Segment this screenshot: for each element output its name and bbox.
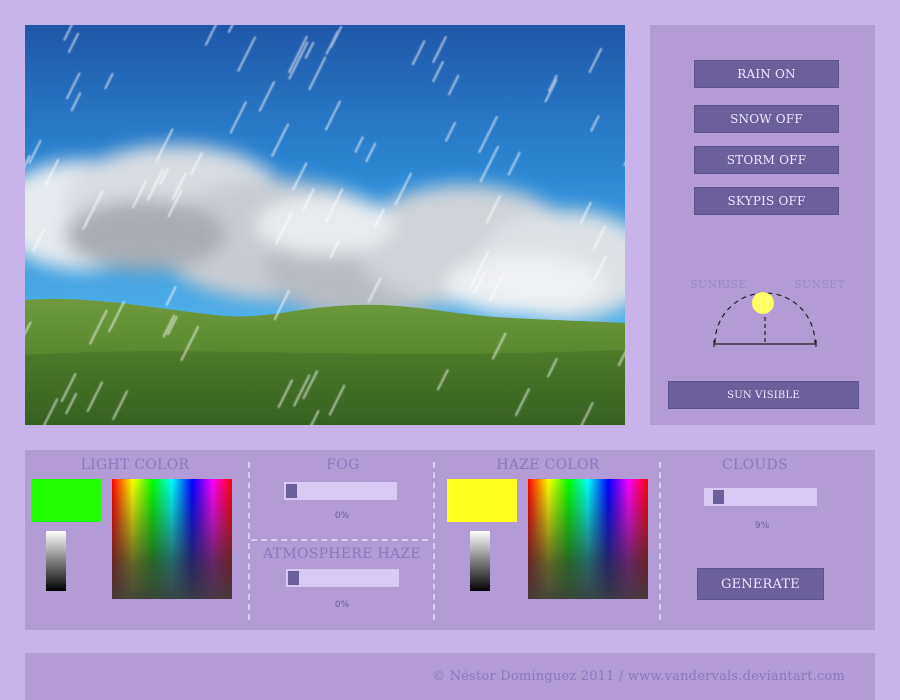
divider bbox=[659, 462, 661, 620]
weather-controls-panel: RAIN ON SNOW OFF STORM OFF SKYPIS OFF SU… bbox=[650, 25, 875, 425]
haze-color-title: HAZE COLOR bbox=[496, 457, 600, 473]
divider bbox=[433, 462, 435, 620]
fog-slider-thumb[interactable] bbox=[286, 484, 297, 498]
light-color-spectrum[interactable] bbox=[112, 479, 232, 599]
clouds-slider-thumb[interactable] bbox=[713, 490, 724, 504]
storm-toggle-button[interactable]: STORM OFF bbox=[694, 146, 839, 174]
atmosphere-haze-title: ATMOSPHERE HAZE bbox=[263, 546, 421, 562]
haze-color-swatch[interactable] bbox=[447, 479, 517, 522]
divider bbox=[251, 539, 428, 541]
light-brightness-bar[interactable] bbox=[46, 531, 66, 591]
haze-color-spectrum[interactable] bbox=[528, 479, 648, 599]
snow-toggle-button[interactable]: SNOW OFF bbox=[694, 105, 839, 133]
atmosphere-haze-slider-thumb[interactable] bbox=[288, 571, 299, 585]
clouds-title: CLOUDS bbox=[722, 457, 788, 473]
clouds-slider[interactable] bbox=[704, 488, 817, 506]
light-color-title: LIGHT COLOR bbox=[80, 457, 190, 473]
atmosphere-haze-slider[interactable] bbox=[286, 569, 399, 587]
light-color-swatch[interactable] bbox=[31, 479, 101, 522]
footer: © Néstor Domínguez 2011 / www.vandervals… bbox=[25, 653, 875, 700]
atmosphere-controls-panel: LIGHT COLOR FOG 0% ATMOSPHERE HAZE 0% HA… bbox=[25, 450, 875, 630]
haze-brightness-bar[interactable] bbox=[470, 531, 490, 591]
fog-title: FOG bbox=[326, 457, 360, 473]
landscape-rain-scene bbox=[25, 25, 625, 425]
skypis-toggle-button[interactable]: SKYPIS OFF bbox=[694, 187, 839, 215]
sun-position-dial[interactable] bbox=[710, 287, 820, 349]
fog-value: 0% bbox=[334, 511, 350, 521]
rain-toggle-button[interactable]: RAIN ON bbox=[694, 60, 839, 88]
clouds-value: 9% bbox=[754, 521, 770, 531]
sun-visible-button[interactable]: SUN VISIBLE bbox=[668, 381, 859, 409]
credit-text: © Néstor Domínguez 2011 / www.vandervals… bbox=[432, 669, 845, 684]
scene-preview bbox=[25, 25, 625, 425]
sun-handle-icon[interactable] bbox=[752, 292, 774, 314]
generate-button[interactable]: GENERATE bbox=[697, 568, 824, 600]
divider bbox=[248, 462, 250, 620]
fog-slider[interactable] bbox=[284, 482, 397, 500]
atmosphere-haze-value: 0% bbox=[334, 600, 350, 610]
